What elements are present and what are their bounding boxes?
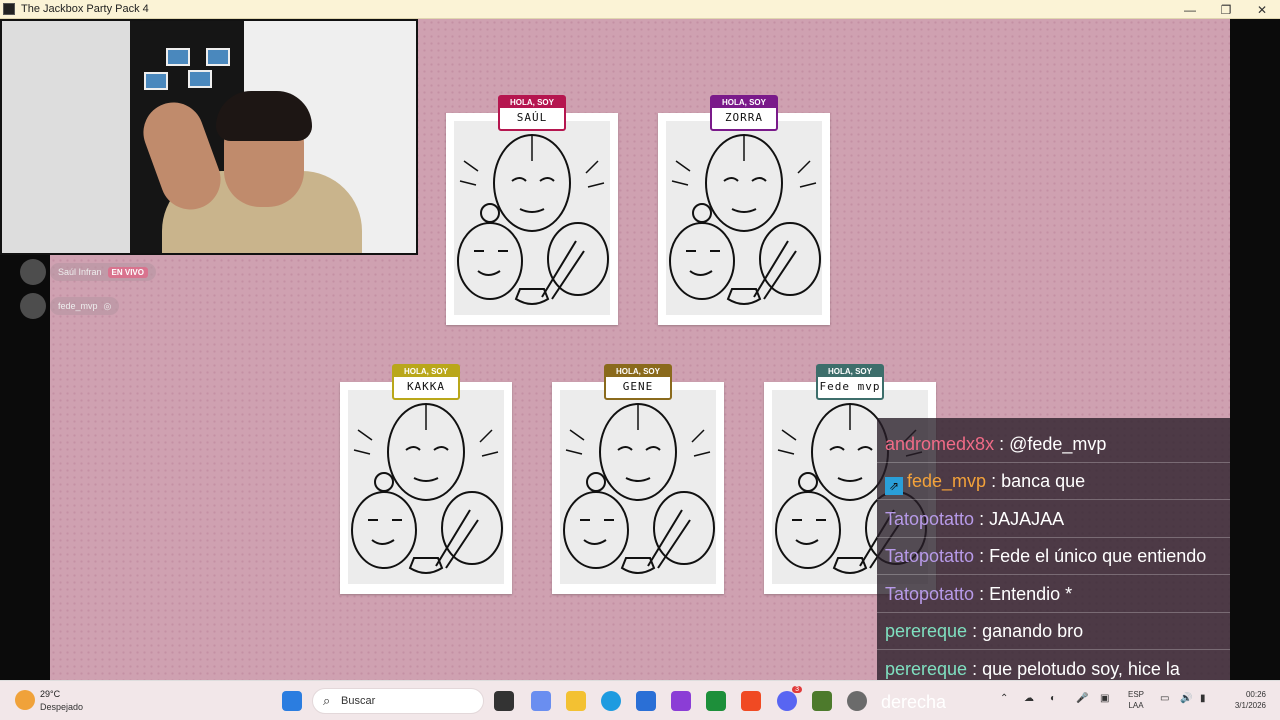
minecraft-icon[interactable] <box>812 691 832 711</box>
notification-count: 3 <box>792 686 802 693</box>
window-titlebar: The Jackbox Party Pack 4 — ❐ ✕ <box>0 0 1280 19</box>
app-icon[interactable] <box>671 691 691 711</box>
drawing-card: HOLA, SOY GENE <box>552 364 724 594</box>
voice-participants: Saúl Infran EN VIVO fede_mvp ◎ <box>20 259 156 327</box>
discord-icon[interactable]: 3 <box>777 686 802 711</box>
name-tag: HOLA, SOY Fede mvp <box>816 364 884 400</box>
jackbox-app-icon <box>3 3 15 15</box>
task-view-icon[interactable] <box>494 691 514 711</box>
xbox-icon[interactable] <box>706 691 726 711</box>
settings-icon[interactable] <box>847 691 867 711</box>
edge-icon[interactable] <box>601 691 621 711</box>
watching-icon: ◎ <box>103 300 112 311</box>
participant-name: Saúl Infran <box>58 267 102 277</box>
webcam-feed <box>0 19 418 255</box>
name-tag-header: HOLA, SOY <box>712 97 776 108</box>
face-doodle <box>563 403 715 574</box>
weather-temperature[interactable]: 29°C <box>40 689 60 699</box>
chat-message: Tatopotatto : Entendio * <box>885 584 1073 604</box>
chat-message: perereque : ganando bro <box>885 621 1084 641</box>
name-tag-name: ZORRA <box>724 111 764 124</box>
chat-message: perereque : que pelotudo soy, hice la <box>885 659 1180 679</box>
name-tag-name: SAÚL <box>516 111 548 124</box>
name-tag-header: HOLA, SOY <box>500 97 564 108</box>
face-doodle <box>457 134 609 305</box>
chat-message: andromedx8x : @fede_mvp <box>885 434 1107 454</box>
name-tag-name: KAKKA <box>406 380 446 393</box>
name-tag-header: HOLA, SOY <box>818 366 882 377</box>
brave-icon[interactable] <box>741 691 761 711</box>
name-tag-header: HOLA, SOY <box>394 366 458 377</box>
chat-message: Tatopotatto : Fede el único que entiendo <box>885 546 1207 566</box>
name-tag: HOLA, SOY GENE <box>604 364 672 400</box>
window-title: The Jackbox Party Pack 4 <box>21 3 149 15</box>
name-tag: HOLA, SOY SAÚL <box>498 95 566 131</box>
close-button[interactable]: ✕ <box>1244 0 1280 19</box>
chat-message: Tatopotatto : JAJAJAA <box>885 509 1065 529</box>
windows-start-icon[interactable] <box>282 691 302 711</box>
store-icon[interactable] <box>636 691 656 711</box>
weather-moon-icon[interactable] <box>15 690 35 710</box>
maximize-button[interactable]: ❐ <box>1208 0 1244 19</box>
face-doodle <box>669 134 821 305</box>
live-badge: EN VIVO <box>107 266 148 278</box>
name-tag-name: Fede mvp <box>819 380 881 393</box>
face-doodle <box>351 403 503 574</box>
search-box[interactable]: ⌕ Buscar <box>312 688 484 714</box>
letterbox-right <box>1230 19 1280 680</box>
moderator-badge-icon: ⇗ <box>885 477 903 495</box>
chat-overlay: andromedx8x : @fede_mvp ⇗ fede_mvp : banc… <box>877 418 1230 720</box>
participant-saul[interactable]: Saúl Infran EN VIVO <box>20 259 156 285</box>
avatar <box>20 293 46 319</box>
avatar <box>20 259 46 285</box>
participant-fede[interactable]: fede_mvp ◎ <box>20 293 156 319</box>
minimize-button[interactable]: — <box>1172 0 1208 19</box>
chat-message-continuation: derecha <box>881 692 947 712</box>
name-tag-name: GENE <box>622 380 654 393</box>
name-tag: HOLA, SOY KAKKA <box>392 364 460 400</box>
weather-description[interactable]: Despejado <box>40 702 83 712</box>
search-placeholder: Buscar <box>341 695 376 707</box>
drawing-card: HOLA, SOY ZORRA <box>658 95 830 325</box>
name-tag: HOLA, SOY ZORRA <box>710 95 778 131</box>
file-explorer-icon[interactable] <box>566 691 586 711</box>
participant-name: fede_mvp <box>58 301 98 311</box>
clock[interactable]: 00:26 3/1/2026 <box>1226 689 1266 711</box>
name-tag-header: HOLA, SOY <box>606 366 670 377</box>
search-icon: ⌕ <box>323 693 331 708</box>
chat-message: ⇗ fede_mvp : banca que <box>885 471 1230 495</box>
copilot-icon[interactable] <box>531 691 551 711</box>
drawing-card: HOLA, SOY SAÚL <box>446 95 618 325</box>
drawing-card: HOLA, SOY KAKKA <box>340 364 512 594</box>
